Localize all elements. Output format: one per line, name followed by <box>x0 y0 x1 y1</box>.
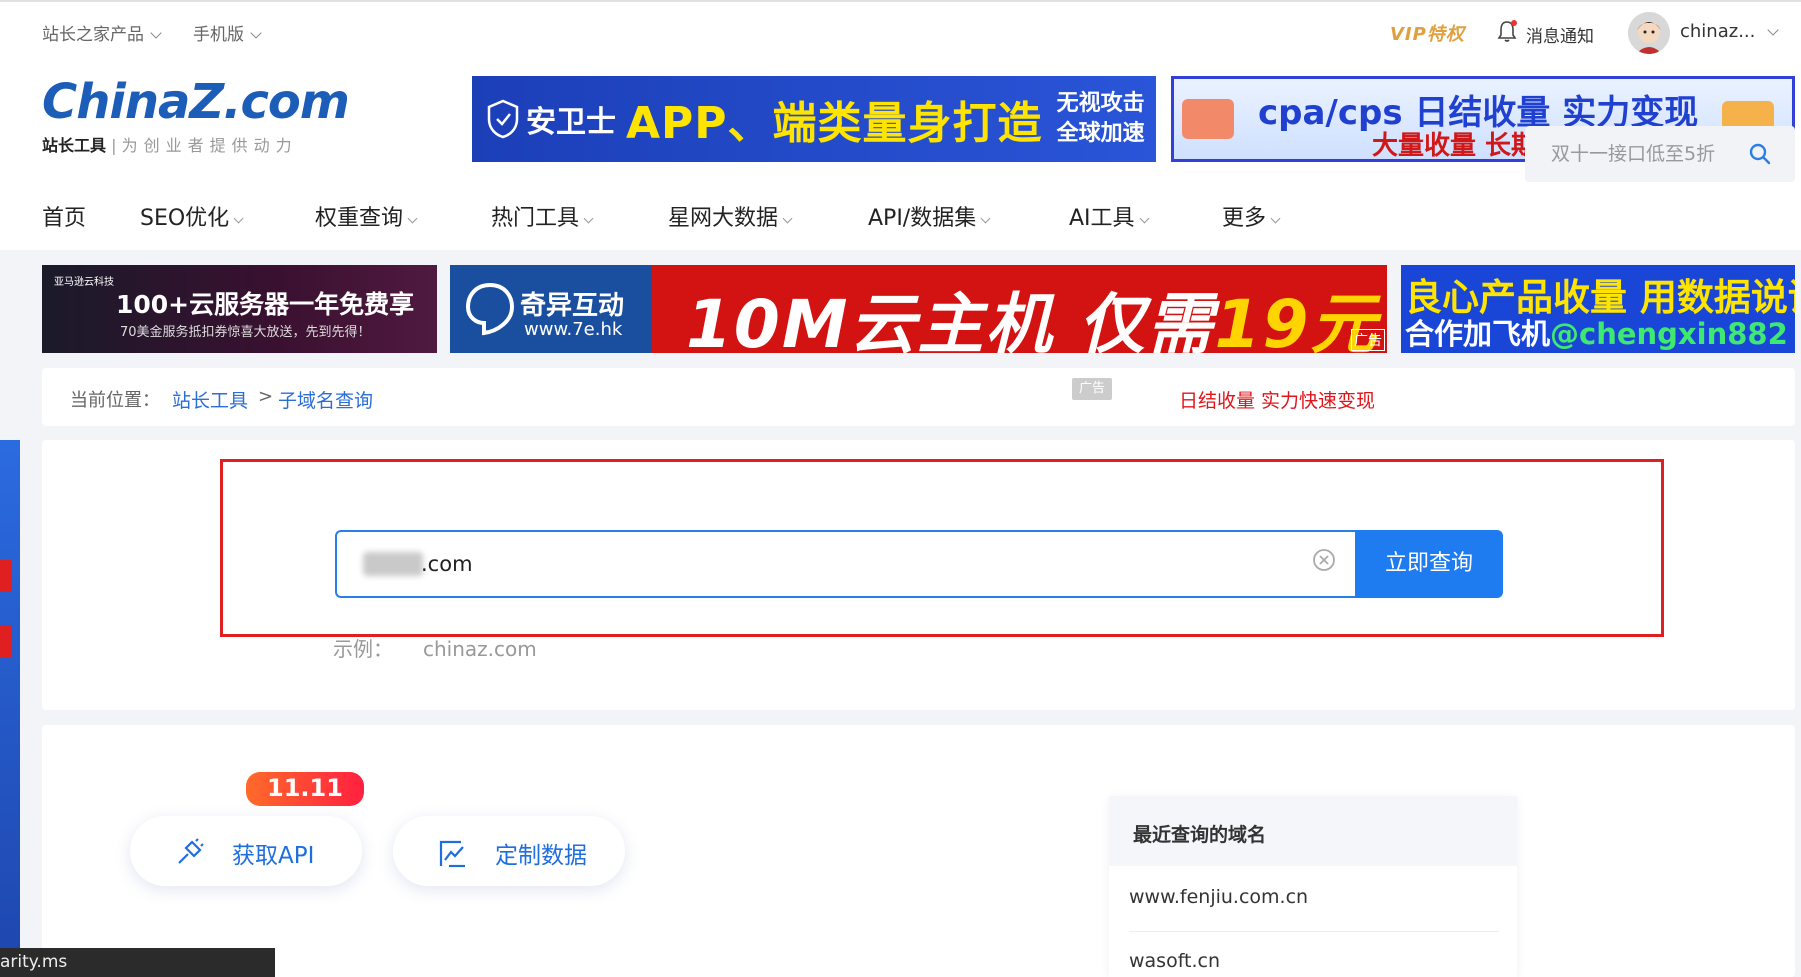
site-search-input[interactable] <box>1551 140 1741 168</box>
ad-7e-hosting[interactable]: 奇异互动 www.7e.hk 10M云主机 仅需19元 广告 <box>450 265 1387 353</box>
search-icon[interactable] <box>1749 143 1771 165</box>
top-bar: 站长之家产品 手机版 VIP特权 消息通知 chinaz... <box>0 0 1801 60</box>
breadcrumb: 当前位置： 站长工具 > 子域名查询 广告 日结收量 实力快速变现 <box>42 368 1795 426</box>
qiyi-logo-icon <box>465 282 515 336</box>
nav-item-hot-tools[interactable]: 热门工具 <box>491 200 594 232</box>
nav-item-seo[interactable]: SEO优化 <box>140 200 244 232</box>
nav-item-api[interactable]: API/数据集 <box>868 200 991 232</box>
custom-data-button[interactable]: 定制数据 <box>393 816 625 886</box>
site-search <box>1525 126 1795 182</box>
clear-icon[interactable] <box>1312 548 1336 572</box>
vip-link[interactable]: VIP特权 <box>1390 20 1465 46</box>
avatar-image-icon <box>1628 12 1670 54</box>
logo-wordmark: ChinaZ.com <box>42 74 350 130</box>
nav-item-weight[interactable]: 权重查询 <box>315 200 418 232</box>
chart-flag-icon <box>439 840 465 868</box>
ad-aws[interactable]: 亚马逊云科技 100+云服务器一年免费享 70美金服务抵扣券惊喜大放送，先到先得… <box>42 265 437 353</box>
recent-domains-title: 最近查询的域名 <box>1133 824 1267 846</box>
user-menu[interactable]: chinaz... <box>1680 21 1780 42</box>
nav-item-ai-tools[interactable]: AI工具 <box>1069 200 1149 232</box>
redacted-text <box>363 552 423 576</box>
chevron-down-icon <box>583 213 594 224</box>
chevron-down-icon <box>1270 213 1281 224</box>
mobile-menu[interactable]: 手机版 <box>193 20 262 45</box>
notifications-link[interactable]: 消息通知 <box>1526 22 1594 47</box>
breadcrumb-link-tools[interactable]: 站长工具 <box>172 386 248 413</box>
get-api-button[interactable]: 获取API <box>130 816 362 886</box>
plug-icon <box>178 838 204 864</box>
side-ad-strip[interactable] <box>0 440 20 950</box>
chevron-down-icon <box>233 213 244 224</box>
ad-badge: 广告 <box>1072 378 1112 400</box>
ad-data-collection[interactable]: 良心产品收量 用数据说话 合作加飞机@chengxin882 <box>1401 265 1795 353</box>
main-nav: 首页 SEO优化 权重查询 热门工具 星网大数据 API/数据集 AI工具 更多 <box>0 185 1801 245</box>
chevron-down-icon <box>250 27 262 39</box>
logo-tagline: 站长工具 | 为创业者提供动力 <box>42 136 298 155</box>
nav-item-bigdata[interactable]: 星网大数据 <box>668 200 793 232</box>
breadcrumb-link-subdomain[interactable]: 子域名查询 <box>278 386 373 413</box>
chevron-down-icon <box>407 213 418 224</box>
chevron-down-icon <box>782 213 793 224</box>
query-button[interactable]: 立即查询 <box>1355 530 1503 598</box>
banner-anweishi[interactable]: 安卫士 APP、端类量身打造 无视攻击 全球加速 <box>472 76 1156 162</box>
domain-input[interactable]: .com <box>335 530 1355 598</box>
example-link[interactable]: chinaz.com <box>423 637 537 661</box>
list-item[interactable]: www.fenjiu.com.cn <box>1129 868 1499 932</box>
list-item[interactable]: wasoft.cn <box>1129 932 1499 977</box>
chevron-down-icon <box>1767 24 1780 36</box>
example-hint: 示例： chinaz.com <box>333 637 537 661</box>
nav-item-home[interactable]: 首页 <box>42 200 86 232</box>
products-menu[interactable]: 站长之家产品 <box>42 20 162 45</box>
bell-icon[interactable] <box>1497 19 1517 43</box>
chevron-down-icon <box>980 213 991 224</box>
chevron-down-icon <box>1139 213 1149 224</box>
chevron-down-icon <box>150 27 162 39</box>
shield-icon <box>487 99 519 139</box>
recent-domains-panel: 最近查询的域名 www.fenjiu.com.cn wasoft.cn <box>1109 796 1517 977</box>
browser-status-bar: arity.ms <box>0 948 275 977</box>
avatar[interactable] <box>1628 12 1670 54</box>
nav-item-more[interactable]: 更多 <box>1222 200 1281 232</box>
site-logo[interactable]: ChinaZ.com 站长工具 | 为创业者提供动力 <box>42 74 350 156</box>
promo-badge: 11.11 <box>246 772 364 806</box>
promo-link[interactable]: 日结收量 实力快速变现 <box>1179 386 1375 413</box>
gift-icon <box>1182 99 1234 139</box>
